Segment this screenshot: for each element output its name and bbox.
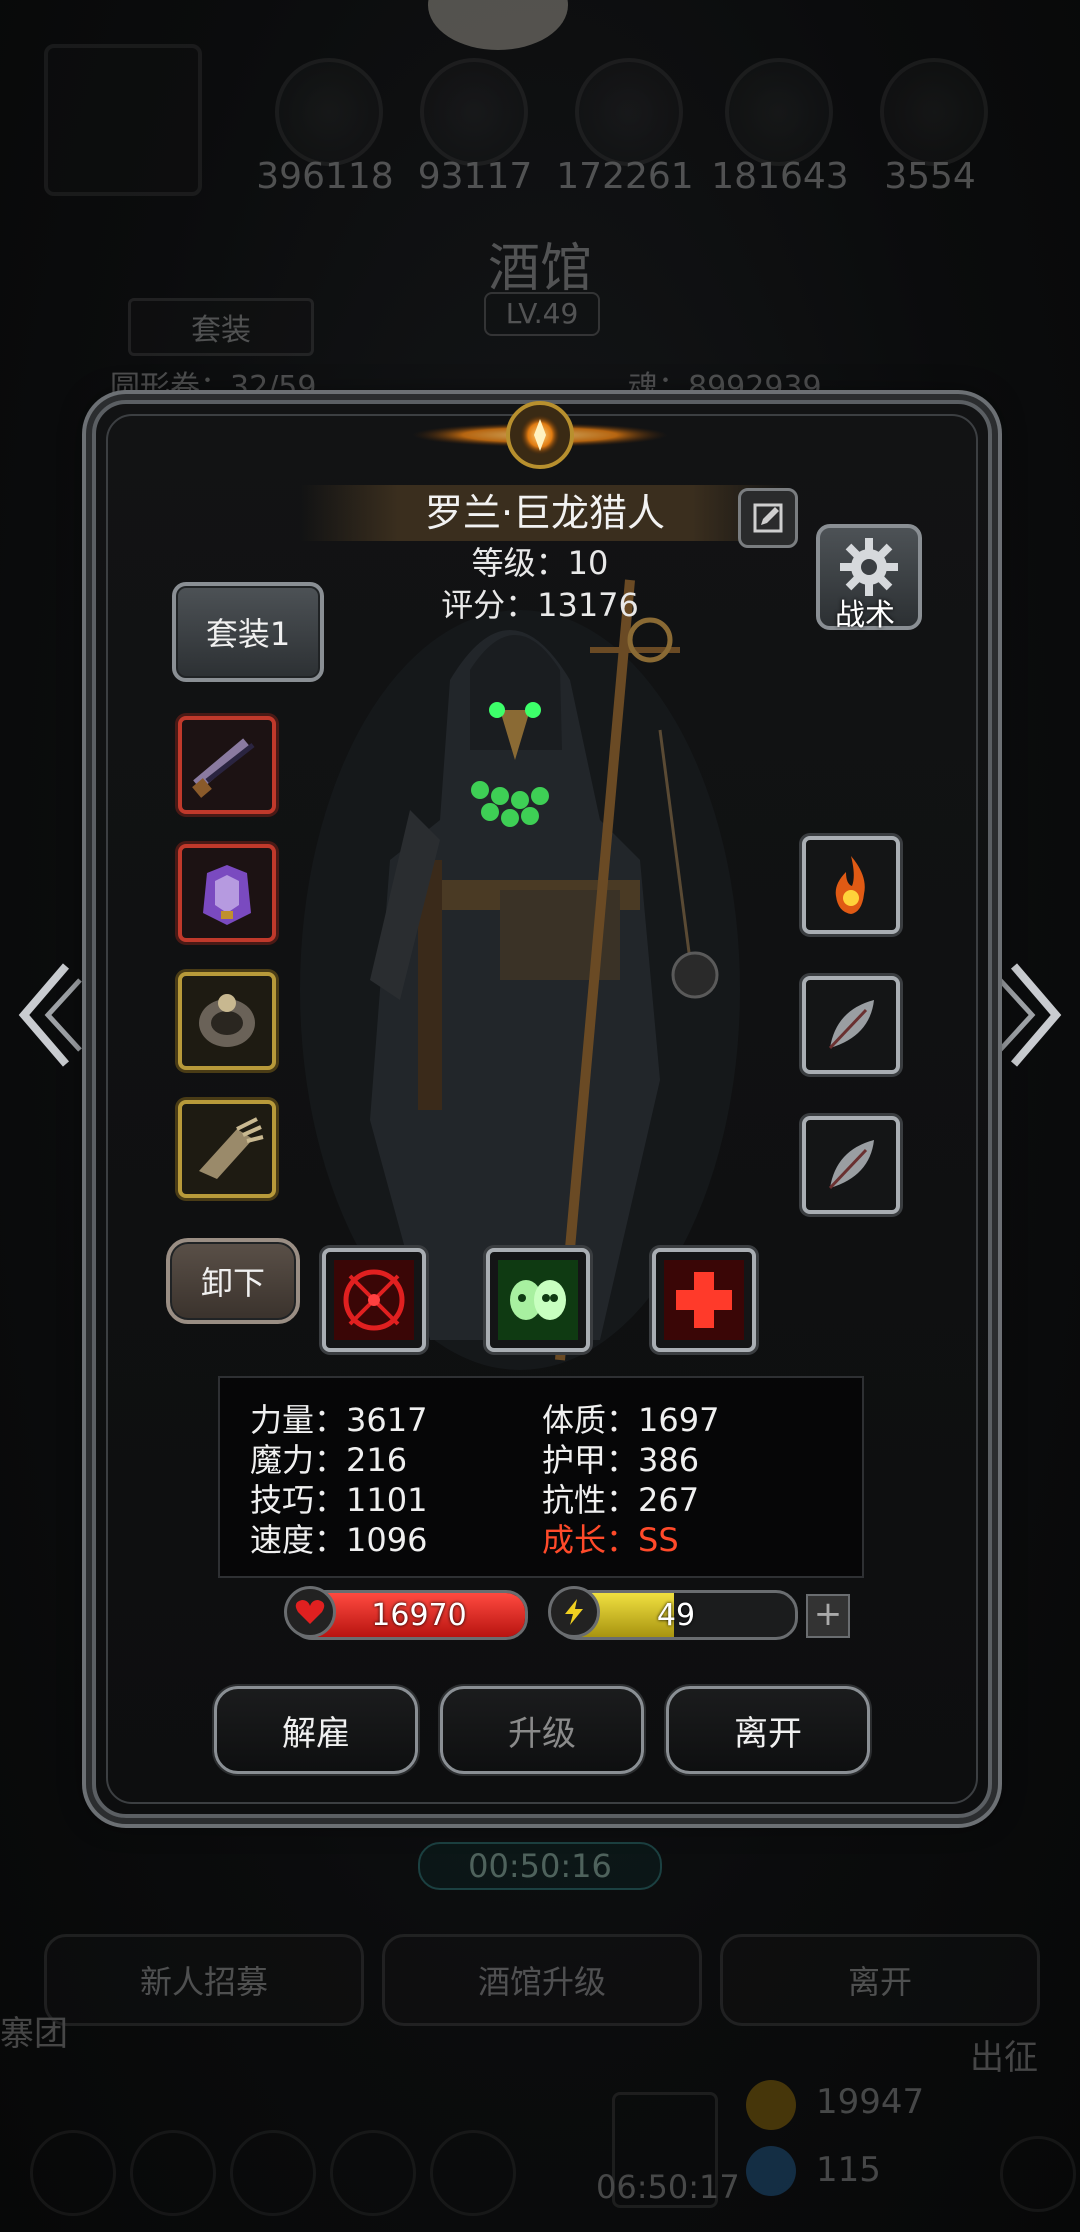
resource-icon-2 (420, 58, 528, 166)
side-label-left: 寨团 (0, 2014, 68, 2054)
lightning-icon (565, 1599, 583, 1625)
resource-icon-3 (575, 58, 683, 166)
heal-cross-skill-icon (664, 1260, 744, 1340)
equipment-slot-weapon[interactable] (178, 716, 276, 814)
background-leave-button[interactable]: 离开 (720, 1934, 1040, 2026)
dialog-emblem-icon (412, 401, 668, 469)
resource-count-1: 396118 (256, 156, 394, 197)
previous-hero-arrow-icon[interactable] (14, 960, 84, 1070)
twin-skull-skill-icon (498, 1260, 578, 1340)
equipment-slot-ring[interactable] (178, 972, 276, 1070)
skill-slot-2[interactable] (486, 1248, 590, 1352)
resource-count-3: 172261 (556, 156, 694, 197)
resource-icon-5 (880, 58, 988, 166)
feather-icon (828, 1000, 874, 1050)
tactic-label: 战术 (835, 598, 895, 633)
unequip-button[interactable]: 卸下 (166, 1238, 300, 1324)
equipment-slot-armor[interactable] (178, 844, 276, 942)
suit-tab[interactable]: 套装 (128, 298, 314, 356)
hero-level: 等级：10 (471, 544, 609, 582)
recruit-button[interactable]: 新人招募 (44, 1934, 364, 2026)
skill-slot-1[interactable] (322, 1248, 426, 1352)
resource-count-5: 3554 (884, 156, 976, 197)
background-timer: 00:50:16 (418, 1842, 662, 1890)
gold-count: 19947 (816, 2082, 925, 2122)
resource-icon-1 (275, 58, 383, 166)
screen-title: 酒馆 (487, 239, 592, 299)
armor-icon (203, 865, 251, 925)
bottom-nav-icon-1[interactable] (30, 2130, 116, 2216)
crossbow-icon (192, 738, 255, 798)
bottom-nav-icon-5[interactable] (430, 2130, 516, 2216)
equipment-slot-gauntlet[interactable] (178, 1100, 276, 1198)
stat-magic: 魔力：216 (250, 1441, 408, 1479)
gem-icon (746, 2146, 796, 2196)
feather-icon (828, 1140, 874, 1190)
rune-slot-2[interactable] (802, 976, 900, 1074)
stat-armor: 护甲：386 (542, 1441, 700, 1479)
bottom-nav-icon-2[interactable] (130, 2130, 216, 2216)
heart-icon (295, 1600, 325, 1624)
stat-skill: 技巧：1101 (250, 1481, 428, 1519)
hp-heart-badge (284, 1586, 336, 1638)
stat-growth: 成长：SS (542, 1521, 679, 1559)
resource-count-4: 181643 (711, 156, 849, 197)
hero-name: 罗兰·巨龙猎人 (424, 491, 666, 535)
bottom-nav-add-icon[interactable] (1000, 2136, 1076, 2212)
stat-strength: 力量：3617 (250, 1401, 428, 1439)
skill-slot-3[interactable] (652, 1248, 756, 1352)
tavern-upgrade-button[interactable]: 酒馆升级 (382, 1934, 702, 2026)
add-energy-button[interactable]: + (806, 1594, 850, 1638)
bottom-nav-icon-3[interactable] (230, 2130, 316, 2216)
rune-slot-1[interactable] (802, 836, 900, 934)
rune-slot-3[interactable] (802, 1116, 900, 1214)
stat-speed: 速度：1096 (250, 1521, 428, 1559)
menu-icon-box (44, 44, 202, 196)
resource-count-2: 93117 (417, 156, 533, 197)
gem-count: 115 (816, 2150, 881, 2190)
edit-pencil-icon (753, 503, 783, 533)
hero-score: 评分：13176 (441, 586, 639, 624)
energy-bolt-badge (548, 1586, 600, 1638)
tavern-level-badge: LV.49 (484, 292, 600, 336)
next-hero-arrow-icon[interactable] (996, 960, 1066, 1070)
upgrade-button[interactable]: 升级 (440, 1686, 644, 1774)
gold-coin-icon (746, 2080, 796, 2130)
bottom-nav-icon-4[interactable] (330, 2130, 416, 2216)
side-label-right: 出征 (970, 2038, 1038, 2078)
stat-resistance: 抗性：267 (542, 1481, 700, 1519)
leave-button[interactable]: 离开 (666, 1686, 870, 1774)
resource-icon-4 (725, 58, 833, 166)
gear-icon (840, 538, 898, 596)
suit-select-button[interactable]: 套装1 (172, 582, 324, 682)
crosshair-skill-icon (334, 1260, 414, 1340)
bottom-timer: 06:50:17 (596, 2168, 740, 2206)
ring-icon (199, 994, 255, 1047)
gauntlet-icon (199, 1117, 264, 1179)
dismiss-button[interactable]: 解雇 (214, 1686, 418, 1774)
fire-rune-icon (835, 856, 865, 914)
stat-constitution: 体质：1697 (542, 1401, 720, 1439)
